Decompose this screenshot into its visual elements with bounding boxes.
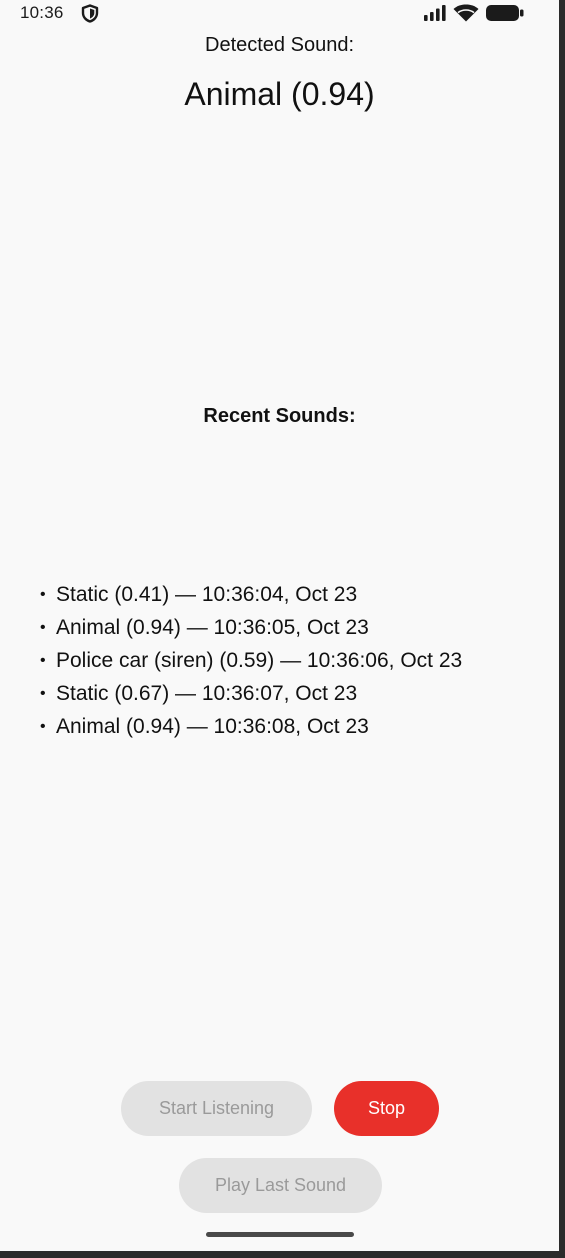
recent-sounds-list: • Static (0.41) — 10:36:04, Oct 23 • Anima… — [40, 578, 550, 743]
start-listening-button[interactable]: Start Listening — [121, 1081, 312, 1136]
bullet: • — [40, 718, 46, 735]
list-item-text: Police car (siren) (0.59) — 10:36:06, Oc… — [56, 649, 463, 672]
list-item: • Police car (siren) (0.59) — 10:36:06, O… — [40, 644, 550, 677]
status-time: 10:36 — [20, 3, 64, 22]
list-item: • Static (0.67) — 10:36:07, Oct 23 — [40, 677, 550, 710]
battery-icon — [486, 5, 524, 21]
signal-icon — [424, 5, 446, 21]
stop-button[interactable]: Stop — [334, 1081, 439, 1136]
play-last-sound-button[interactable]: Play Last Sound — [179, 1158, 382, 1213]
detected-sound-value: Animal (0.94) — [184, 76, 375, 112]
list-item-text: Static (0.41) — 10:36:04, Oct 23 — [56, 583, 358, 606]
list-item: • Animal (0.94) — 10:36:08, Oct 23 — [40, 710, 550, 743]
bullet: • — [40, 685, 46, 702]
home-indicator[interactable] — [206, 1232, 354, 1237]
list-item-text: Animal (0.94) — 10:36:08, Oct 23 — [56, 715, 369, 738]
list-item-text: Animal (0.94) — 10:36:05, Oct 23 — [56, 616, 369, 639]
bullet: • — [40, 652, 46, 669]
status-bar: 10:36 — [0, 0, 559, 28]
wifi-icon — [453, 4, 479, 22]
app-screen: 10:36 Detected Sound: Animal (0.94) Rece… — [0, 0, 559, 1251]
detected-sound-label: Detected Sound: — [205, 34, 354, 56]
shield-icon — [81, 4, 99, 23]
list-item-text: Static (0.67) — 10:36:07, Oct 23 — [56, 682, 358, 705]
bullet: • — [40, 619, 46, 636]
list-item: • Animal (0.94) — 10:36:05, Oct 23 — [40, 611, 550, 644]
list-item: • Static (0.41) — 10:36:04, Oct 23 — [40, 578, 550, 611]
recent-sounds-heading: Recent Sounds: — [203, 405, 356, 427]
bullet: • — [40, 586, 46, 603]
